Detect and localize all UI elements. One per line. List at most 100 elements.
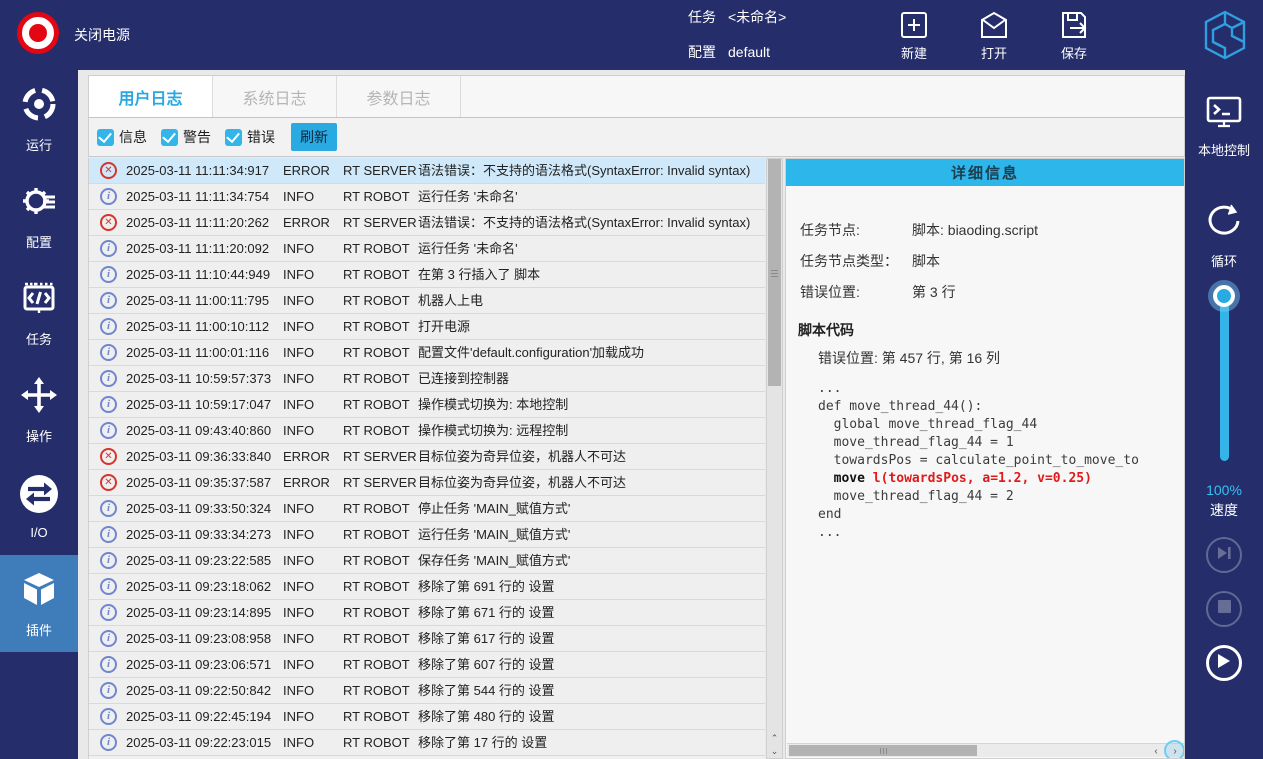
code-line: move l(towardsPos, a=1.2, v=0.25) — [818, 470, 1184, 488]
config-label: 配置 — [688, 44, 716, 60]
log-row[interactable]: i2025-03-11 11:11:20:092INFORT ROBOT运行任务… — [89, 236, 765, 262]
field-label: 任务节点: — [800, 220, 912, 240]
sidebar-item-plugin[interactable]: 插件 — [0, 555, 78, 652]
step-button[interactable] — [1206, 537, 1242, 573]
log-row[interactable]: ✕2025-03-11 09:35:37:587ERRORRT SERVER目标… — [89, 470, 765, 496]
code-line: global move_thread_flag_44 — [818, 416, 1184, 434]
script-code-header: 脚本代码 — [798, 320, 1184, 340]
log-table: ✕2025-03-11 11:11:34:917ERRORRT SERVER语法… — [88, 158, 765, 759]
log-time: 2025-03-11 09:35:37:587 — [126, 475, 283, 490]
log-row[interactable]: i2025-03-11 09:33:34:273INFORT ROBOT运行任务… — [89, 522, 765, 548]
scroll-down-icon[interactable]: ⌄ — [767, 745, 782, 758]
cube-icon — [19, 569, 59, 614]
log-level: INFO — [283, 345, 343, 360]
speed-value: 100% — [1185, 482, 1263, 498]
code-line: def move_thread_44(): — [818, 398, 1184, 416]
filter-info[interactable]: 信息 — [97, 127, 147, 147]
scroll-left-icon[interactable]: ‹ — [1148, 744, 1164, 758]
log-row[interactable]: i2025-03-11 11:10:44:949INFORT ROBOT在第 3… — [89, 262, 765, 288]
log-row[interactable]: i2025-03-11 09:23:14:895INFORT ROBOT移除了第… — [89, 600, 765, 626]
sidebar-item-operate[interactable]: 操作 — [0, 361, 78, 458]
log-row[interactable]: i2025-03-11 09:23:06:571INFORT ROBOT移除了第… — [89, 652, 765, 678]
log-row[interactable]: i2025-03-11 09:23:08:958INFORT ROBOT移除了第… — [89, 626, 765, 652]
checkbox-checked-icon[interactable] — [97, 129, 114, 146]
log-level: INFO — [283, 657, 343, 672]
log-source: RT SERVER — [343, 449, 418, 464]
error-icon: ✕ — [100, 474, 117, 491]
play-button[interactable] — [1206, 645, 1242, 681]
log-message: 运行任务 'MAIN_赋值方式' — [418, 527, 765, 542]
move-arrows-icon — [19, 375, 59, 420]
task-label: 任务 — [688, 9, 716, 25]
filter-warning[interactable]: 警告 — [161, 127, 211, 147]
log-row[interactable]: i2025-03-11 09:22:45:194INFORT ROBOT移除了第… — [89, 704, 765, 730]
log-source: RT ROBOT — [343, 345, 418, 360]
log-row[interactable]: i2025-03-11 11:00:10:112INFORT ROBOT打开电源 — [89, 314, 765, 340]
sidebar-item-config[interactable]: 配置 — [0, 167, 78, 264]
local-control-button[interactable]: 本地控制 — [1185, 95, 1263, 159]
log-time: 2025-03-11 11:00:10:112 — [126, 319, 283, 334]
log-message: 操作模式切换为: 本地控制 — [418, 397, 765, 412]
log-time: 2025-03-11 09:33:34:273 — [126, 527, 283, 542]
checkbox-checked-icon[interactable] — [225, 129, 242, 146]
log-tabs: 用户日志 系统日志 参数日志 — [88, 75, 1185, 118]
info-icon: i — [100, 630, 117, 647]
scroll-right-icon[interactable]: › — [1167, 744, 1183, 758]
tab-system-log[interactable]: 系统日志 — [213, 76, 337, 117]
log-row[interactable]: i2025-03-11 11:00:11:795INFORT ROBOT机器人上… — [89, 288, 765, 314]
log-row[interactable]: i2025-03-11 11:11:34:754INFORT ROBOT运行任务… — [89, 184, 765, 210]
speed-label: 速度 — [1185, 500, 1263, 520]
save-button[interactable]: 保存 — [1044, 10, 1104, 62]
power-off-button[interactable] — [17, 12, 59, 54]
log-message: 机器人上电 — [418, 293, 765, 308]
horizontal-scrollbar-thumb[interactable] — [789, 745, 977, 756]
log-row[interactable]: i2025-03-11 09:22:50:842INFORT ROBOT移除了第… — [89, 678, 765, 704]
speed-slider-thumb[interactable] — [1213, 285, 1235, 307]
vertical-scrollbar-thumb[interactable] — [768, 159, 781, 386]
speed-slider-track[interactable] — [1220, 299, 1229, 461]
config-value: default — [728, 44, 770, 60]
log-row[interactable]: ✕2025-03-11 09:36:33:840ERRORRT SERVER目标… — [89, 444, 765, 470]
log-row[interactable]: i2025-03-11 09:33:50:324INFORT ROBOT停止任务… — [89, 496, 765, 522]
detail-field: 任务节点: 脚本: biaoding.script — [800, 220, 1184, 240]
tab-param-log[interactable]: 参数日志 — [337, 76, 461, 117]
tab-user-log[interactable]: 用户日志 — [89, 76, 213, 117]
refresh-button[interactable]: 刷新 — [291, 123, 337, 151]
open-button[interactable]: 打开 — [964, 10, 1024, 62]
log-row[interactable]: i2025-03-11 09:22:23:015INFORT ROBOT移除了第… — [89, 730, 765, 756]
info-icon: i — [100, 604, 117, 621]
stop-button[interactable] — [1206, 591, 1242, 627]
vertical-scrollbar[interactable]: ⌃ ⌄ — [766, 158, 783, 759]
log-source: RT ROBOT — [343, 657, 418, 672]
info-icon: i — [100, 422, 117, 439]
sidebar-item-io[interactable]: I/O — [0, 458, 78, 555]
log-message: 目标位姿为奇异位姿，机器人不可达 — [418, 449, 765, 464]
right-sidebar: 本地控制 循环 100% 速度 — [1185, 70, 1263, 759]
log-row[interactable]: i2025-03-11 09:43:40:860INFORT ROBOT操作模式… — [89, 418, 765, 444]
log-row[interactable]: i2025-03-11 11:00:01:116INFORT ROBOT配置文件… — [89, 340, 765, 366]
log-row[interactable]: i2025-03-11 10:59:17:047INFORT ROBOT操作模式… — [89, 392, 765, 418]
loop-button[interactable]: 循环 — [1185, 202, 1263, 270]
sidebar-item-run[interactable]: 运行 — [0, 70, 78, 167]
log-time: 2025-03-11 09:22:50:842 — [126, 683, 283, 698]
checkbox-checked-icon[interactable] — [161, 129, 178, 146]
new-button[interactable]: 新建 — [884, 10, 944, 62]
log-time: 2025-03-11 11:11:34:917 — [126, 163, 283, 178]
log-row[interactable]: i2025-03-11 10:59:57:373INFORT ROBOT已连接到… — [89, 366, 765, 392]
info-icon: i — [100, 318, 117, 335]
field-value: 第 3 行 — [912, 282, 956, 302]
log-row[interactable]: i2025-03-11 09:23:18:062INFORT ROBOT移除了第… — [89, 574, 765, 600]
log-level: INFO — [283, 553, 343, 568]
sidebar-item-task[interactable]: 任务 — [0, 264, 78, 361]
log-source: RT ROBOT — [343, 319, 418, 334]
info-icon: i — [100, 708, 117, 725]
log-message: 目标位姿为奇异位姿，机器人不可达 — [418, 475, 765, 490]
left-sidebar: 运行 配置 任务 — [0, 70, 78, 759]
field-value: 脚本: biaoding.script — [912, 220, 1038, 240]
horizontal-scrollbar[interactable]: ‹ › — [787, 743, 1184, 757]
log-row[interactable]: i2025-03-11 09:23:22:585INFORT ROBOT保存任务… — [89, 548, 765, 574]
filter-error[interactable]: 错误 — [225, 127, 275, 147]
log-row[interactable]: ✕2025-03-11 11:11:20:262ERRORRT SERVER语法… — [89, 210, 765, 236]
scroll-up-icon[interactable]: ⌃ — [767, 732, 782, 745]
log-row[interactable]: ✕2025-03-11 11:11:34:917ERRORRT SERVER语法… — [89, 158, 765, 184]
